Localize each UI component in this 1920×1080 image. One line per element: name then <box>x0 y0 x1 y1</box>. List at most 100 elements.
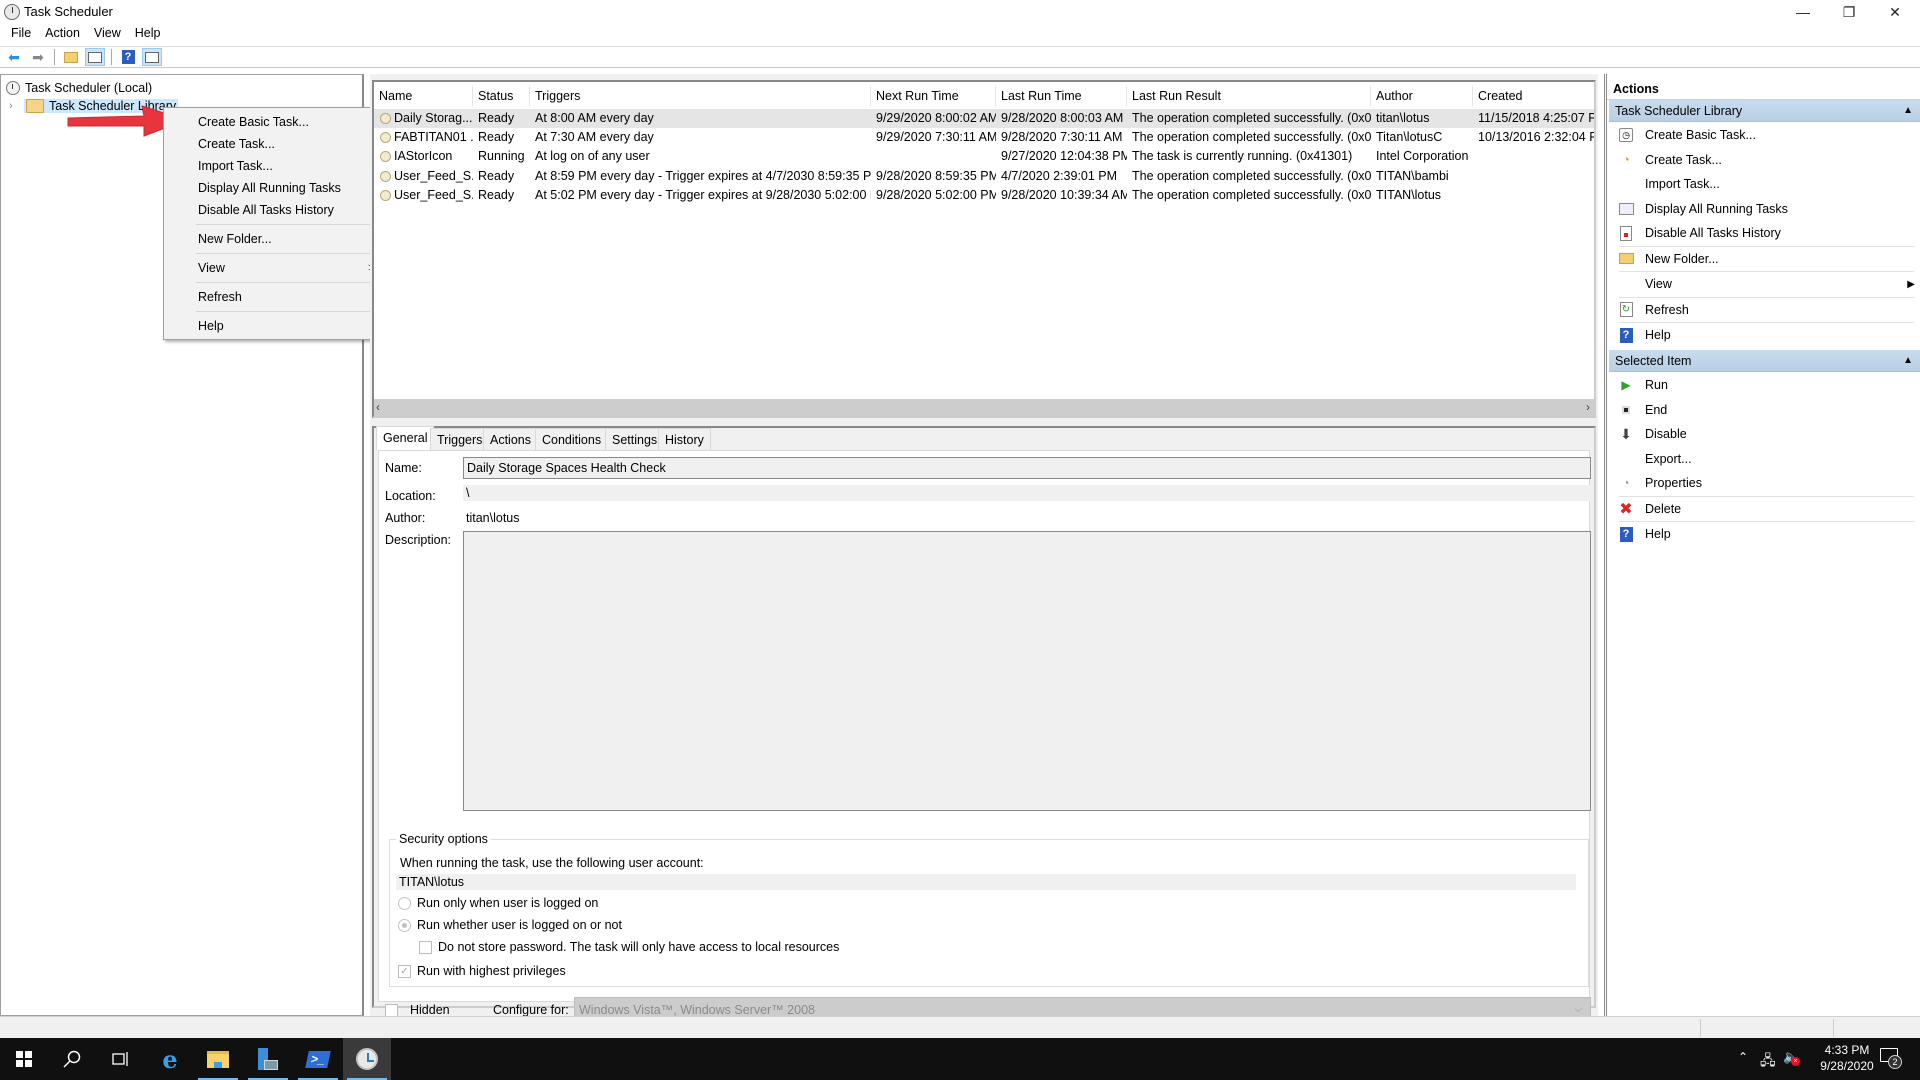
action-end[interactable]: End <box>1609 398 1919 422</box>
action-label: Import Task... <box>1645 177 1720 191</box>
action-new-folder[interactable]: New Folder... <box>1609 247 1919 271</box>
cell-triggers: At 8:59 PM every day - Trigger expires a… <box>535 168 871 183</box>
show-hidden-icons-chevron-icon[interactable]: ⌃ <box>1738 1050 1748 1064</box>
security-options-title: Security options <box>396 832 491 846</box>
title-bar: Task Scheduler — ❐ ✕ <box>0 0 1920 24</box>
network-icon[interactable]: 🖧 <box>1760 1050 1776 1074</box>
column-header-next-run-time[interactable]: Next Run Time <box>871 86 996 106</box>
menu-separator <box>196 311 382 312</box>
tab-settings[interactable]: Settings <box>605 428 665 450</box>
expand-chevron-icon[interactable]: › <box>9 100 19 112</box>
column-header-status[interactable]: Status <box>473 86 530 106</box>
action-disable[interactable]: ⬇ Disable <box>1609 422 1919 446</box>
ctx-refresh[interactable]: Refresh <box>198 287 242 307</box>
task-list: Name Status Triggers Next Run Time Last … <box>372 80 1596 418</box>
minimize-button[interactable]: — <box>1780 0 1826 24</box>
table-row[interactable]: IAStorIcon Running At log on of any user 9/… <box>374 147 1594 166</box>
file-explorer-icon[interactable] <box>194 1038 242 1080</box>
column-header-last-run-time[interactable]: Last Run Time <box>996 86 1127 106</box>
table-row[interactable]: User_Feed_S... Ready At 8:59 PM every day … <box>374 167 1594 186</box>
close-button[interactable]: ✕ <box>1872 0 1918 24</box>
tab-actions[interactable]: Actions <box>483 428 538 450</box>
help-icon[interactable]: ? <box>118 48 138 66</box>
scroll-left-icon[interactable]: ‹ <box>376 399 380 416</box>
section-selected-item[interactable]: Selected Item ▲ <box>1609 350 1920 372</box>
action-help[interactable]: ? Help <box>1609 323 1919 347</box>
name-field[interactable]: Daily Storage Spaces Health Check <box>463 457 1591 479</box>
action-label: Create Task... <box>1645 152 1722 167</box>
create-task-icon: ◔ <box>1622 152 1630 167</box>
ctx-create-basic-task[interactable]: Create Basic Task... <box>198 112 309 132</box>
action-delete[interactable]: ✖ Delete <box>1609 497 1919 521</box>
tab-history[interactable]: History <box>658 428 711 450</box>
table-row[interactable]: Daily Storag... Ready At 8:00 AM every day… <box>374 109 1594 128</box>
action-import-task[interactable]: Import Task... <box>1609 172 1919 196</box>
table-row[interactable]: FABTITAN01 ... Ready At 7:30 AM every day 9… <box>374 128 1594 147</box>
menu-view[interactable]: View <box>87 24 128 44</box>
description-field[interactable] <box>463 531 1591 811</box>
collapse-caret-icon[interactable]: ▲ <box>1903 350 1913 372</box>
task-icon <box>380 132 391 144</box>
menu-action[interactable]: Action <box>38 24 87 44</box>
column-header-triggers[interactable]: Triggers <box>530 86 871 106</box>
submenu-arrow-icon: ▶ <box>1907 278 1915 290</box>
action-export[interactable]: Export... <box>1609 447 1919 471</box>
up-folder-icon[interactable] <box>61 48 81 66</box>
action-display-all-running-tasks[interactable]: Display All Running Tasks <box>1609 197 1919 221</box>
action-run[interactable]: ▶ Run <box>1609 373 1919 397</box>
tab-general[interactable]: General <box>376 426 435 450</box>
action-refresh[interactable]: ↻ Refresh <box>1609 298 1919 322</box>
action-center-icon[interactable]: 2 <box>1880 1048 1902 1069</box>
radio-run-only-logged-on[interactable] <box>398 897 411 910</box>
cell-created <box>1478 147 1594 166</box>
back-arrow-icon[interactable]: ⬅ <box>4 48 24 66</box>
ctx-disable-tasks-history[interactable]: Disable All Tasks History <box>198 200 334 220</box>
end-icon <box>1618 402 1634 418</box>
tree-item-task-scheduler-local[interactable]: Task Scheduler (Local) <box>6 79 152 97</box>
server-manager-icon[interactable] <box>244 1038 292 1080</box>
menu-help[interactable]: Help <box>128 24 168 44</box>
tab-triggers[interactable]: Triggers <box>430 428 490 450</box>
search-icon[interactable] <box>48 1038 96 1080</box>
ctx-help[interactable]: Help <box>198 316 224 336</box>
table-row[interactable]: User_Feed_S... Ready At 5:02 PM every day … <box>374 186 1594 205</box>
clock[interactable]: 4:33 PM 9/28/2020 <box>1810 1042 1884 1074</box>
action-view[interactable]: View ▶ <box>1609 272 1919 296</box>
volume-muted-icon[interactable]: 🔈 × <box>1783 1049 1800 1066</box>
ctx-view[interactable]: View <box>198 258 225 278</box>
tab-conditions[interactable]: Conditions <box>535 428 609 450</box>
column-header-created[interactable]: Created <box>1473 86 1594 106</box>
column-header-name[interactable]: Name <box>374 86 473 106</box>
checkbox-highest-privileges[interactable]: ✓ <box>398 965 411 978</box>
task-view-icon[interactable] <box>96 1038 144 1080</box>
task-scheduler-icon[interactable] <box>343 1038 391 1080</box>
ctx-import-task[interactable]: Import Task... <box>198 156 273 176</box>
checkbox-do-not-store-password[interactable] <box>419 941 432 954</box>
action-label: Create Basic Task... <box>1645 128 1756 142</box>
action-create-task[interactable]: ◔ Create Task... <box>1609 148 1919 172</box>
action-help[interactable]: ? Help <box>1609 522 1919 546</box>
ctx-create-task[interactable]: Create Task... <box>198 134 275 154</box>
ctx-new-folder[interactable]: New Folder... <box>198 229 272 249</box>
forward-arrow-icon[interactable]: ➡ <box>28 48 48 66</box>
show-hide-action-pane-icon[interactable] <box>142 48 162 66</box>
show-hide-console-tree-icon[interactable] <box>85 48 105 66</box>
scroll-right-icon[interactable]: › <box>1586 399 1590 416</box>
menu-file[interactable]: File <box>4 24 38 44</box>
action-create-basic-task[interactable]: ◷ Create Basic Task... <box>1609 123 1919 147</box>
start-icon[interactable] <box>0 1038 48 1080</box>
ctx-display-running-tasks[interactable]: Display All Running Tasks <box>198 178 341 198</box>
column-header-author[interactable]: Author <box>1371 86 1473 106</box>
radio-run-whether-logged-on[interactable] <box>398 919 411 932</box>
column-header-last-run-result[interactable]: Last Run Result <box>1127 86 1371 106</box>
section-task-scheduler-library[interactable]: Task Scheduler Library ▲ <box>1609 100 1920 122</box>
powershell-icon[interactable]: >_ <box>294 1038 342 1080</box>
internet-explorer-icon[interactable]: e <box>146 1038 194 1080</box>
section-title: Selected Item <box>1615 354 1692 368</box>
restore-button[interactable]: ❐ <box>1826 0 1872 24</box>
horizontal-scrollbar[interactable]: ‹ › <box>374 399 1594 416</box>
cell-last: 4/7/2020 2:39:01 PM <box>1001 168 1118 183</box>
action-disable-all-tasks-history[interactable]: Disable All Tasks History <box>1609 221 1919 245</box>
collapse-caret-icon[interactable]: ▲ <box>1903 100 1913 122</box>
action-properties[interactable]: ◔ Properties <box>1609 471 1919 495</box>
